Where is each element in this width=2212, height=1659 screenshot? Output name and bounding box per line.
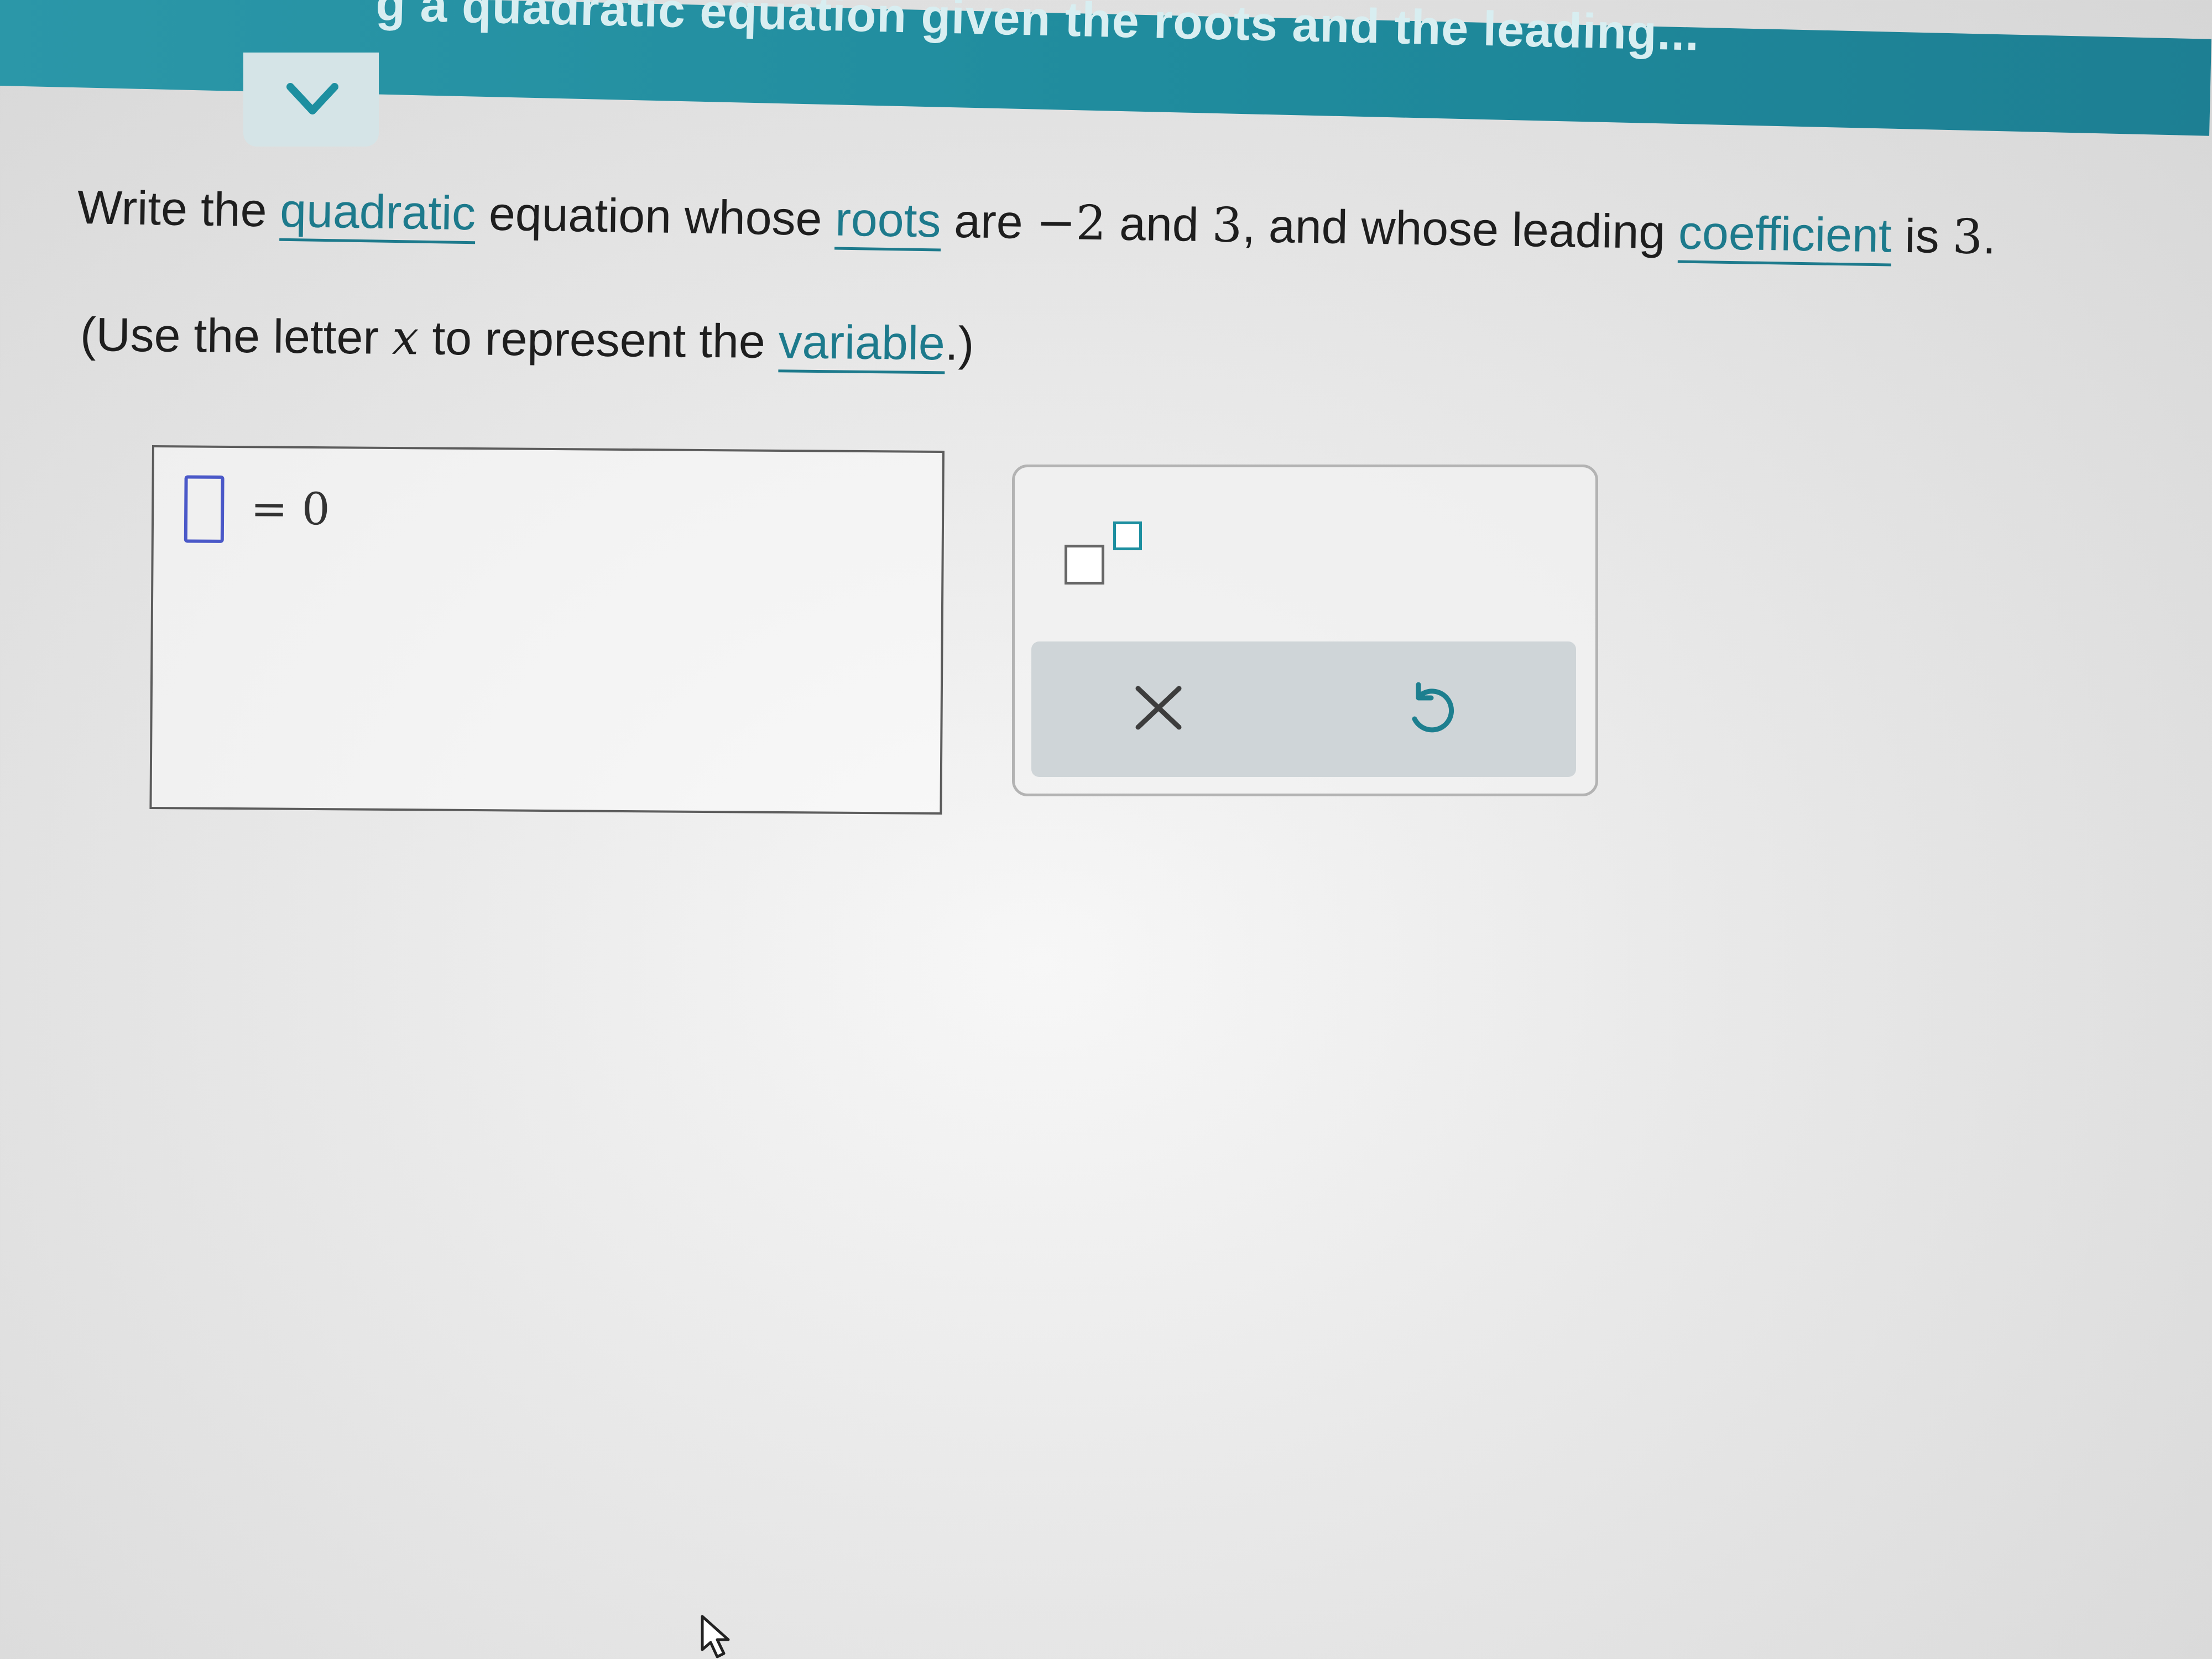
root-value-2: 3: [1211, 197, 1243, 254]
question-text-part: equation whose: [475, 187, 836, 246]
instruction-text: (Use the letter x to represent the varia…: [80, 296, 974, 383]
answer-area[interactable]: = 0: [149, 445, 945, 815]
instruction-text-part: (Use the letter: [80, 308, 393, 364]
undo-icon: [1412, 682, 1454, 733]
topic-title: g a quadratic equation given the roots a…: [375, 0, 1700, 61]
question-text: Write the quadratic equation whose roots…: [77, 166, 2212, 283]
root-value-1: −2: [1035, 195, 1107, 252]
question-text-part: Write the: [77, 181, 281, 237]
exponent-button[interactable]: [1065, 517, 1159, 594]
clear-button[interactable]: [1128, 675, 1189, 741]
answer-input-slot[interactable]: [184, 475, 225, 543]
question-text-part: , and whose leading: [1241, 199, 1679, 259]
roots-link[interactable]: roots: [834, 192, 942, 252]
action-bar: [1031, 641, 1576, 777]
quadratic-link[interactable]: quadratic: [279, 184, 476, 244]
x-icon: [1135, 686, 1182, 730]
instruction-text-part: .): [945, 317, 974, 371]
superscript-template-icon: [1065, 517, 1159, 594]
question-text-part: is: [1891, 209, 1953, 264]
coefficient-link[interactable]: coefficient: [1678, 206, 1892, 267]
collapse-toggle-button[interactable]: [243, 53, 379, 147]
instruction-text-part: to represent the: [418, 311, 779, 369]
question-text-part: and: [1105, 197, 1213, 252]
variable-link[interactable]: variable: [778, 315, 946, 374]
equals-zero-label: = 0: [250, 483, 330, 535]
question-text-part: are: [940, 194, 1037, 249]
math-tool-panel: [1012, 465, 1598, 796]
leading-coefficient-value: 3: [1952, 209, 1984, 265]
question-text-part: .: [1982, 211, 1996, 264]
undo-button[interactable]: [1399, 675, 1460, 741]
chevron-down-icon: [286, 83, 338, 114]
mouse-cursor-icon: [701, 1615, 730, 1658]
variable-letter: x: [392, 310, 420, 366]
